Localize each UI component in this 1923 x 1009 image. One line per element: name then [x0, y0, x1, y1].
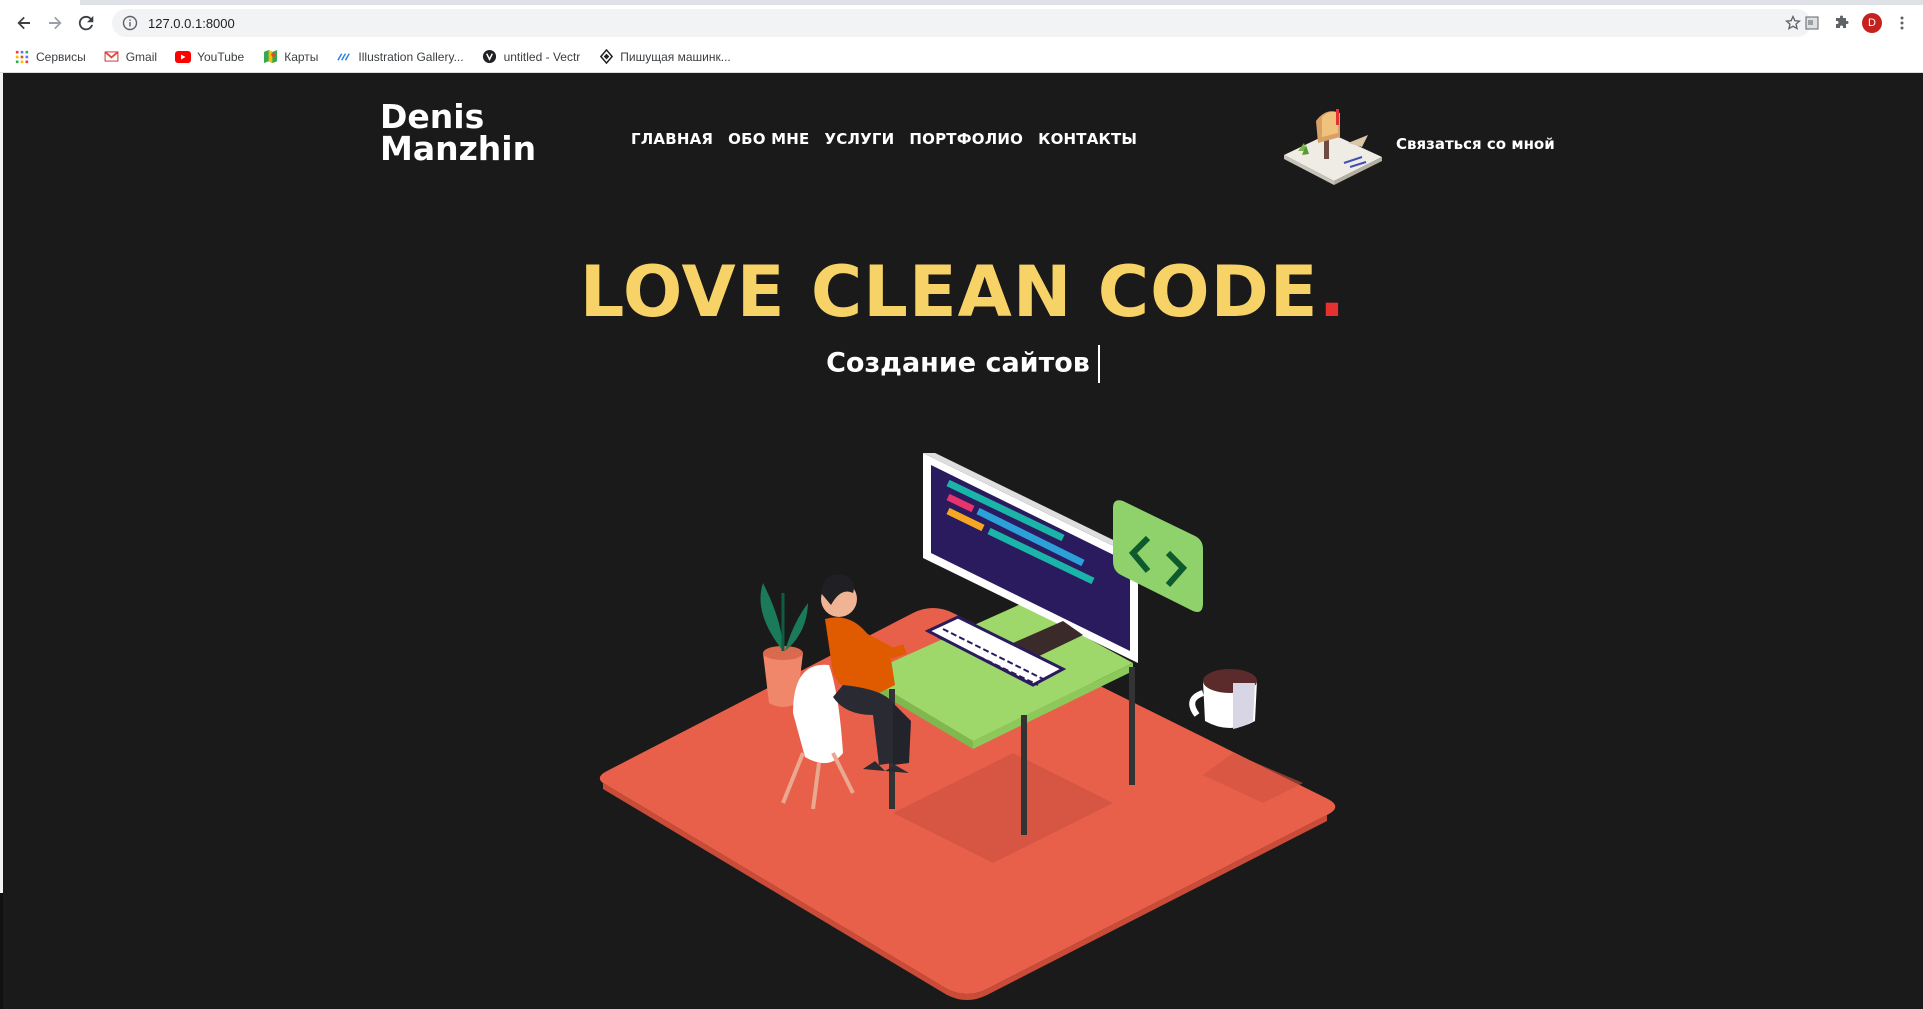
- browser-toolbar: 127.0.0.1:8000 D: [0, 5, 1923, 41]
- extensions-puzzle-icon[interactable]: [1827, 9, 1857, 37]
- menu-kebab-icon[interactable]: [1887, 9, 1917, 37]
- arrow-left-icon: [17, 16, 30, 30]
- bookmark-illustration-gallery[interactable]: Illustration Gallery...: [336, 49, 464, 65]
- info-icon[interactable]: [122, 15, 138, 31]
- bookmark-label: Illustration Gallery...: [358, 49, 464, 64]
- main-nav: ГЛАВНАЯ ОБО МНЕ УСЛУГИ ПОРТФОЛИО КОНТАКТ…: [631, 130, 1137, 148]
- reading-list-icon[interactable]: [1797, 9, 1827, 37]
- nav-portfolio[interactable]: ПОРТФОЛИО: [909, 130, 1023, 148]
- hero-title: LOVE CLEAN CODE.: [3, 251, 1923, 333]
- contact-me-button[interactable]: Связаться со мной: [1396, 135, 1555, 153]
- hero-title-dot: .: [1318, 251, 1347, 333]
- nav-contacts[interactable]: КОНТАКТЫ: [1038, 130, 1137, 148]
- hero-subtitle: Создание сайтов: [3, 345, 1923, 383]
- typing-caret: [1097, 345, 1100, 383]
- url-text[interactable]: 127.0.0.1:8000: [148, 16, 235, 31]
- bookmark-gmail[interactable]: Gmail: [104, 49, 157, 65]
- illustration-gallery-icon: [336, 49, 352, 65]
- bookmark-label: Сервисы: [36, 49, 86, 64]
- profile-button[interactable]: D: [1857, 9, 1887, 37]
- bookmark-services[interactable]: Сервисы: [14, 49, 86, 65]
- bookmark-label: untitled - Vectr: [503, 49, 581, 64]
- reload-icon: [78, 15, 94, 31]
- bookmark-label: Пишущая машинк...: [620, 49, 731, 64]
- contact-block: Связаться со мной: [1278, 103, 1555, 185]
- arrow-right-icon: [49, 16, 62, 30]
- nav-services[interactable]: УСЛУГИ: [824, 130, 894, 148]
- reload-button[interactable]: [72, 9, 100, 37]
- bookmark-label: Карты: [284, 49, 319, 64]
- mailbox-illustration-icon: [1284, 109, 1382, 185]
- nav-home[interactable]: ГЛАВНАЯ: [631, 130, 713, 148]
- gmail-icon: [104, 49, 120, 65]
- nav-about[interactable]: ОБО МНЕ: [728, 130, 809, 148]
- back-button[interactable]: [10, 9, 38, 37]
- bookmark-label: YouTube: [197, 49, 245, 64]
- avatar: D: [1862, 13, 1882, 33]
- developer-at-computer-illustration: [599, 453, 1336, 1000]
- hero-title-text: LOVE CLEAN CODE: [579, 251, 1319, 333]
- site-logo[interactable]: Denis Manzhin: [380, 100, 540, 168]
- youtube-icon: [175, 49, 192, 65]
- bookmark-maps[interactable]: Карты: [262, 49, 318, 65]
- typed-text: Создание сайтов: [826, 347, 1090, 379]
- typewriter-icon: [598, 49, 614, 65]
- bookmark-vectr[interactable]: untitled - Vectr: [482, 49, 581, 65]
- address-bar[interactable]: 127.0.0.1:8000: [112, 9, 1811, 37]
- maps-icon: [262, 49, 278, 65]
- bookmark-label: Gmail: [125, 49, 158, 64]
- logo-line-last: Manzhin: [380, 129, 537, 168]
- forward-button[interactable]: [41, 9, 69, 37]
- bookmark-typewriter[interactable]: Пишущая машинк...: [598, 49, 731, 65]
- vectr-icon: [482, 49, 498, 65]
- page-viewport: Denis Manzhin ГЛАВНАЯ ОБО МНЕ УСЛУГИ ПОР…: [3, 73, 1923, 1009]
- toolbar-right: D: [1797, 9, 1917, 37]
- bookmarks-bar: Сервисы Gmail YouTube Карты Illustration…: [0, 41, 1923, 73]
- apps-grid-icon: [14, 49, 30, 65]
- bookmark-youtube[interactable]: YouTube: [175, 49, 244, 65]
